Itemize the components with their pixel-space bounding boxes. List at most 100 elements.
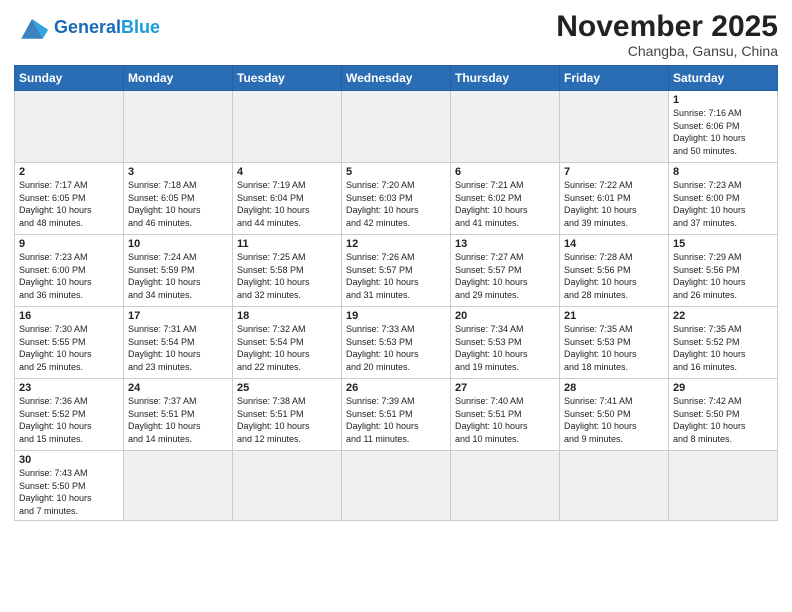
weekday-header-sunday: Sunday xyxy=(15,66,124,91)
weekday-header-saturday: Saturday xyxy=(669,66,778,91)
calendar-table: SundayMondayTuesdayWednesdayThursdayFrid… xyxy=(14,65,778,521)
calendar-cell: 17Sunrise: 7:31 AM Sunset: 5:54 PM Dayli… xyxy=(124,307,233,379)
day-info: Sunrise: 7:31 AM Sunset: 5:54 PM Dayligh… xyxy=(128,323,228,373)
calendar-cell xyxy=(124,451,233,521)
day-info: Sunrise: 7:28 AM Sunset: 5:56 PM Dayligh… xyxy=(564,251,664,301)
logo-general: General xyxy=(54,17,121,37)
day-number: 15 xyxy=(673,238,773,250)
day-info: Sunrise: 7:35 AM Sunset: 5:52 PM Dayligh… xyxy=(673,323,773,373)
day-info: Sunrise: 7:22 AM Sunset: 6:01 PM Dayligh… xyxy=(564,179,664,229)
calendar-cell: 4Sunrise: 7:19 AM Sunset: 6:04 PM Daylig… xyxy=(233,163,342,235)
week-row-1: 1Sunrise: 7:16 AM Sunset: 6:06 PM Daylig… xyxy=(15,91,778,163)
calendar-cell: 25Sunrise: 7:38 AM Sunset: 5:51 PM Dayli… xyxy=(233,379,342,451)
day-info: Sunrise: 7:42 AM Sunset: 5:50 PM Dayligh… xyxy=(673,395,773,445)
day-info: Sunrise: 7:25 AM Sunset: 5:58 PM Dayligh… xyxy=(237,251,337,301)
calendar-cell: 11Sunrise: 7:25 AM Sunset: 5:58 PM Dayli… xyxy=(233,235,342,307)
day-info: Sunrise: 7:19 AM Sunset: 6:04 PM Dayligh… xyxy=(237,179,337,229)
calendar-cell xyxy=(233,91,342,163)
calendar-cell xyxy=(560,91,669,163)
day-number: 26 xyxy=(346,382,446,394)
week-row-6: 30Sunrise: 7:43 AM Sunset: 5:50 PM Dayli… xyxy=(15,451,778,521)
day-info: Sunrise: 7:43 AM Sunset: 5:50 PM Dayligh… xyxy=(19,467,119,517)
day-number: 8 xyxy=(673,166,773,178)
day-info: Sunrise: 7:23 AM Sunset: 6:00 PM Dayligh… xyxy=(673,179,773,229)
location: Changba, Gansu, China xyxy=(556,43,778,59)
calendar-cell: 23Sunrise: 7:36 AM Sunset: 5:52 PM Dayli… xyxy=(15,379,124,451)
calendar-cell xyxy=(560,451,669,521)
day-number: 29 xyxy=(673,382,773,394)
calendar-cell: 27Sunrise: 7:40 AM Sunset: 5:51 PM Dayli… xyxy=(451,379,560,451)
calendar-cell: 19Sunrise: 7:33 AM Sunset: 5:53 PM Dayli… xyxy=(342,307,451,379)
day-number: 6 xyxy=(455,166,555,178)
day-number: 17 xyxy=(128,310,228,322)
day-info: Sunrise: 7:29 AM Sunset: 5:56 PM Dayligh… xyxy=(673,251,773,301)
calendar-cell: 1Sunrise: 7:16 AM Sunset: 6:06 PM Daylig… xyxy=(669,91,778,163)
calendar-cell: 6Sunrise: 7:21 AM Sunset: 6:02 PM Daylig… xyxy=(451,163,560,235)
day-number: 14 xyxy=(564,238,664,250)
calendar-cell xyxy=(342,91,451,163)
day-number: 30 xyxy=(19,454,119,466)
header: GeneralBlue November 2025 Changba, Gansu… xyxy=(14,10,778,59)
calendar-cell: 18Sunrise: 7:32 AM Sunset: 5:54 PM Dayli… xyxy=(233,307,342,379)
day-info: Sunrise: 7:34 AM Sunset: 5:53 PM Dayligh… xyxy=(455,323,555,373)
calendar-cell: 8Sunrise: 7:23 AM Sunset: 6:00 PM Daylig… xyxy=(669,163,778,235)
day-number: 5 xyxy=(346,166,446,178)
logo-text: GeneralBlue xyxy=(54,18,160,38)
calendar-cell: 5Sunrise: 7:20 AM Sunset: 6:03 PM Daylig… xyxy=(342,163,451,235)
weekday-header-wednesday: Wednesday xyxy=(342,66,451,91)
calendar-cell: 30Sunrise: 7:43 AM Sunset: 5:50 PM Dayli… xyxy=(15,451,124,521)
calendar-cell: 24Sunrise: 7:37 AM Sunset: 5:51 PM Dayli… xyxy=(124,379,233,451)
day-number: 23 xyxy=(19,382,119,394)
calendar-cell: 9Sunrise: 7:23 AM Sunset: 6:00 PM Daylig… xyxy=(15,235,124,307)
weekday-header-friday: Friday xyxy=(560,66,669,91)
calendar-cell: 21Sunrise: 7:35 AM Sunset: 5:53 PM Dayli… xyxy=(560,307,669,379)
calendar-cell xyxy=(342,451,451,521)
calendar-cell: 3Sunrise: 7:18 AM Sunset: 6:05 PM Daylig… xyxy=(124,163,233,235)
day-info: Sunrise: 7:30 AM Sunset: 5:55 PM Dayligh… xyxy=(19,323,119,373)
calendar-cell: 20Sunrise: 7:34 AM Sunset: 5:53 PM Dayli… xyxy=(451,307,560,379)
calendar-cell xyxy=(124,91,233,163)
day-number: 3 xyxy=(128,166,228,178)
day-number: 21 xyxy=(564,310,664,322)
calendar-cell: 14Sunrise: 7:28 AM Sunset: 5:56 PM Dayli… xyxy=(560,235,669,307)
day-info: Sunrise: 7:17 AM Sunset: 6:05 PM Dayligh… xyxy=(19,179,119,229)
day-info: Sunrise: 7:35 AM Sunset: 5:53 PM Dayligh… xyxy=(564,323,664,373)
day-number: 12 xyxy=(346,238,446,250)
week-row-3: 9Sunrise: 7:23 AM Sunset: 6:00 PM Daylig… xyxy=(15,235,778,307)
day-number: 18 xyxy=(237,310,337,322)
day-number: 9 xyxy=(19,238,119,250)
day-number: 24 xyxy=(128,382,228,394)
calendar-cell: 12Sunrise: 7:26 AM Sunset: 5:57 PM Dayli… xyxy=(342,235,451,307)
calendar-cell xyxy=(233,451,342,521)
week-row-2: 2Sunrise: 7:17 AM Sunset: 6:05 PM Daylig… xyxy=(15,163,778,235)
day-number: 4 xyxy=(237,166,337,178)
day-info: Sunrise: 7:41 AM Sunset: 5:50 PM Dayligh… xyxy=(564,395,664,445)
week-row-5: 23Sunrise: 7:36 AM Sunset: 5:52 PM Dayli… xyxy=(15,379,778,451)
day-number: 16 xyxy=(19,310,119,322)
day-number: 10 xyxy=(128,238,228,250)
day-info: Sunrise: 7:33 AM Sunset: 5:53 PM Dayligh… xyxy=(346,323,446,373)
day-info: Sunrise: 7:39 AM Sunset: 5:51 PM Dayligh… xyxy=(346,395,446,445)
day-number: 22 xyxy=(673,310,773,322)
day-number: 2 xyxy=(19,166,119,178)
day-number: 11 xyxy=(237,238,337,250)
day-number: 28 xyxy=(564,382,664,394)
calendar-cell: 10Sunrise: 7:24 AM Sunset: 5:59 PM Dayli… xyxy=(124,235,233,307)
day-info: Sunrise: 7:38 AM Sunset: 5:51 PM Dayligh… xyxy=(237,395,337,445)
page: GeneralBlue November 2025 Changba, Gansu… xyxy=(0,0,792,531)
calendar-cell: 22Sunrise: 7:35 AM Sunset: 5:52 PM Dayli… xyxy=(669,307,778,379)
calendar-cell xyxy=(451,451,560,521)
day-number: 7 xyxy=(564,166,664,178)
calendar-cell: 13Sunrise: 7:27 AM Sunset: 5:57 PM Dayli… xyxy=(451,235,560,307)
weekday-header-tuesday: Tuesday xyxy=(233,66,342,91)
calendar-cell: 26Sunrise: 7:39 AM Sunset: 5:51 PM Dayli… xyxy=(342,379,451,451)
calendar-cell xyxy=(669,451,778,521)
calendar-cell xyxy=(451,91,560,163)
day-number: 25 xyxy=(237,382,337,394)
title-block: November 2025 Changba, Gansu, China xyxy=(556,10,778,59)
day-info: Sunrise: 7:23 AM Sunset: 6:00 PM Dayligh… xyxy=(19,251,119,301)
calendar-cell xyxy=(15,91,124,163)
day-number: 1 xyxy=(673,94,773,106)
calendar-cell: 28Sunrise: 7:41 AM Sunset: 5:50 PM Dayli… xyxy=(560,379,669,451)
logo-blue: Blue xyxy=(121,17,160,37)
